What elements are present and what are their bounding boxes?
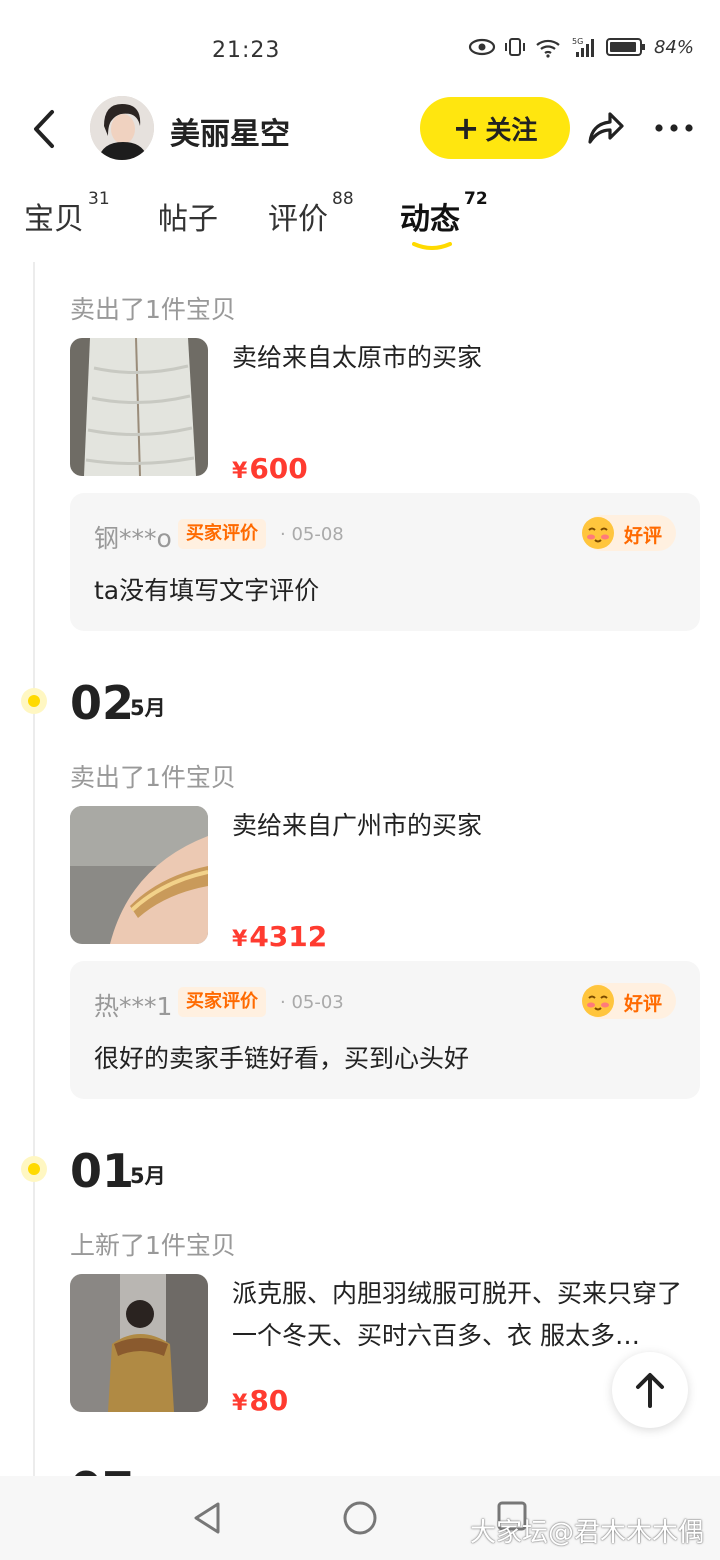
profile-header: 美丽星空 + 关注 (0, 96, 720, 160)
buyer-review-tag: 买家评价 (178, 987, 266, 1017)
smiley-icon (582, 517, 614, 549)
scroll-to-top-button[interactable] (612, 1352, 688, 1428)
date-day: 01 (70, 1144, 135, 1198)
avatar-image (90, 96, 154, 160)
nav-back-icon[interactable] (190, 1500, 224, 1536)
username[interactable]: 美丽星空 (170, 109, 290, 153)
event-title: 卖出了1件宝贝 (70, 763, 236, 792)
battery-icon (605, 38, 645, 56)
item-description: 卖给来自广州市的买家 (232, 811, 483, 840)
timeline-dot (21, 688, 47, 714)
battery-text: 84% (653, 36, 694, 58)
follow-label: 关注 (485, 115, 538, 146)
back-button[interactable] (24, 104, 64, 154)
more-icon[interactable] (652, 108, 696, 148)
active-tab-indicator (412, 242, 452, 250)
review-card[interactable]: 热***1 买家评价 · 05-03 好评 很好的卖家手链好看，买到心头好 (70, 961, 700, 1099)
status-bar: 21:23 5G 84% (0, 0, 720, 100)
event-title: 上新了1件宝贝 (70, 1231, 236, 1260)
item-price: ¥80 (232, 1384, 289, 1417)
date-month: 5月 (130, 696, 166, 720)
svg-text:5G: 5G (572, 37, 583, 46)
review-date: · 05-08 (280, 524, 344, 545)
smiley-icon (582, 985, 614, 1017)
plus-icon: + (452, 109, 480, 147)
bracelet-image (70, 806, 208, 944)
follow-button[interactable]: + 关注 (420, 97, 570, 159)
system-nav-bar: 大家坛@君木木木偶 (0, 1476, 720, 1560)
review-date: · 05-03 (280, 992, 344, 1013)
tab-posts[interactable]: 帖子 (158, 194, 218, 238)
eye-icon (468, 38, 496, 56)
timeline-line (33, 262, 35, 1482)
good-rating-badge: 好评 (582, 983, 676, 1019)
item-thumbnail[interactable] (70, 338, 208, 476)
event-title: 卖出了1件宝贝 (70, 295, 236, 324)
wifi-icon (536, 39, 560, 58)
parka-image (70, 1274, 208, 1412)
tab-items[interactable]: 宝贝31 (24, 189, 110, 238)
reviewer-name: 热***1 (94, 992, 173, 1021)
review-text: ta没有填写文字评价 (94, 576, 320, 605)
tab-activity[interactable]: 动态72 (400, 189, 488, 238)
reviewer-name: 钢***o (94, 524, 172, 553)
timeline-dot (21, 1156, 47, 1182)
date-day: 02 (70, 676, 135, 730)
item-thumbnail[interactable] (70, 806, 208, 944)
tab-bar: 宝贝31 帖子 评价88 动态72 (0, 188, 720, 258)
review-card[interactable]: 钢***o 买家评价 · 05-08 好评 ta没有填写文字评价 (70, 493, 700, 631)
tab-reviews[interactable]: 评价88 (268, 189, 354, 238)
date-month: 5月 (130, 1164, 166, 1188)
item-thumbnail[interactable] (70, 1274, 208, 1412)
watermark: 大家坛@君木木木偶 (469, 1518, 704, 1548)
review-text: 很好的卖家手链好看，买到心头好 (94, 1044, 470, 1073)
arrow-up-icon (636, 1373, 664, 1408)
item-description: 卖给来自太原市的买家 (232, 343, 483, 372)
item-description: 派克服、内胆羽绒服可脱开、买来只穿了一个冬天、买时六百多、衣 服太多… (232, 1279, 683, 1350)
nav-home-icon[interactable] (342, 1500, 378, 1536)
vibrate-icon (504, 38, 525, 56)
avatar[interactable] (90, 96, 154, 160)
status-icons: 5G 84% (468, 36, 694, 58)
status-time: 21:23 (212, 38, 281, 63)
signal-icon: 5G (572, 37, 594, 57)
down-jacket-image (70, 338, 208, 476)
item-price: ¥4312 (232, 920, 328, 953)
buyer-review-tag: 买家评价 (178, 519, 266, 549)
good-rating-badge: 好评 (582, 515, 676, 551)
item-price: ¥600 (232, 452, 308, 485)
share-icon[interactable] (584, 108, 626, 148)
